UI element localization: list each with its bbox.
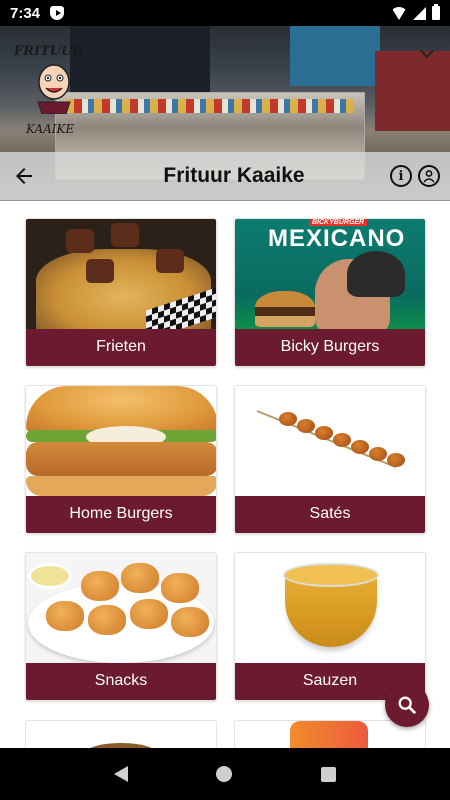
wifi-icon <box>391 6 407 20</box>
category-card-frieten[interactable]: Frieten <box>25 218 217 367</box>
info-icon: i <box>398 168 404 184</box>
category-card-snacks[interactable]: Snacks <box>25 552 217 701</box>
search-fab[interactable] <box>385 683 429 727</box>
play-notification-icon <box>50 6 65 20</box>
category-label: Satés <box>235 495 425 533</box>
account-button[interactable] <box>418 165 440 187</box>
status-bar: 7:34 <box>0 0 450 26</box>
mascot-icon <box>37 64 71 114</box>
frieten-image <box>26 219 216 329</box>
back-button[interactable] <box>0 152 48 200</box>
nav-back-icon[interactable] <box>114 766 129 782</box>
category-card-home-burgers[interactable]: Home Burgers <box>25 385 217 534</box>
search-icon <box>398 696 416 714</box>
info-button[interactable]: i <box>390 165 412 187</box>
cell-signal-icon <box>413 6 426 20</box>
home-burgers-image <box>26 386 216 496</box>
category-label: Home Burgers <box>26 495 216 533</box>
sates-image <box>235 386 425 496</box>
category-card-sates[interactable]: Satés <box>234 385 426 534</box>
nav-recents-icon[interactable] <box>320 766 336 782</box>
category-label: Bicky Burgers <box>235 328 425 366</box>
battery-icon <box>432 4 440 20</box>
system-navigation-bar <box>0 748 450 800</box>
logo-text-bottom: KAAIKE <box>26 122 75 136</box>
category-card-bicky-burgers[interactable]: BICKYBURGER MEXICANO Bicky Burgers <box>234 218 426 367</box>
nav-home-icon[interactable] <box>216 766 233 782</box>
restaurant-logo: FRITUUR KAAIKE <box>4 44 99 149</box>
banner-wall <box>290 26 380 86</box>
status-time: 7:34 <box>10 4 41 22</box>
image-headline-text: MEXICANO <box>268 225 406 252</box>
category-label: Frieten <box>26 328 216 366</box>
snacks-image <box>26 553 216 663</box>
category-label: Snacks <box>26 662 216 700</box>
sauzen-image <box>235 553 425 663</box>
account-circle-icon <box>423 170 435 183</box>
page-title: Frituur Kaaike <box>163 164 305 187</box>
banner-fridge <box>375 51 450 131</box>
app-toolbar: Frituur Kaaike i <box>0 152 450 200</box>
logo-text-top: FRITUUR <box>14 44 84 59</box>
status-indicators <box>391 4 440 20</box>
category-grid: Frieten BICKYBURGER MEXICANO Bicky Burge… <box>25 218 426 701</box>
bicky-burgers-image: BICKYBURGER MEXICANO <box>235 219 425 329</box>
category-card-sauzen[interactable]: Sauzen <box>234 552 426 701</box>
toolbar-actions: i <box>390 165 450 187</box>
arrow-back-icon <box>16 168 32 184</box>
